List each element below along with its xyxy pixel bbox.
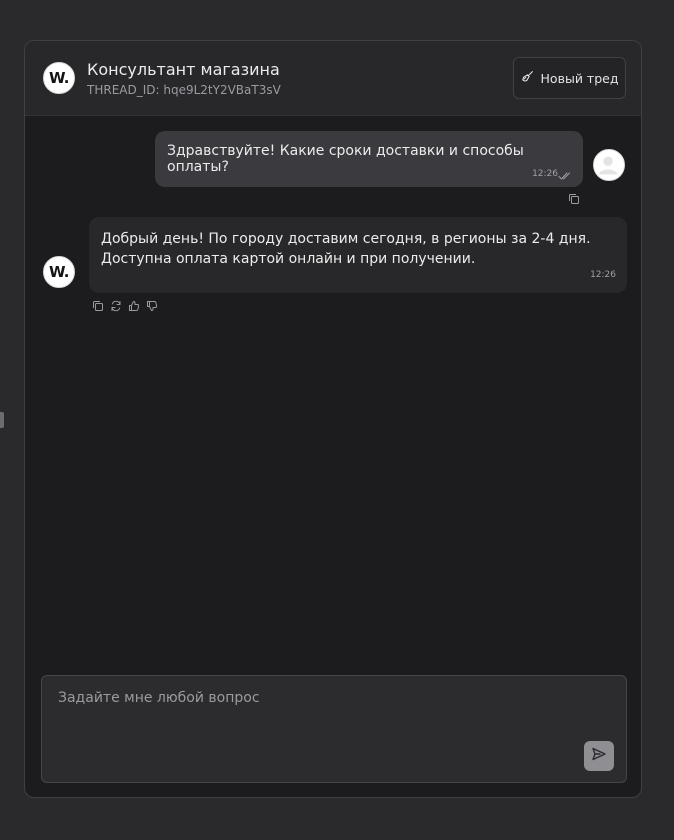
thread-id: THREAD_ID: hqe9L2tY2VBaT3sV <box>87 83 281 97</box>
assistant-message-text: Добрый день! По городу доставим сегодня,… <box>101 231 591 267</box>
new-thread-button[interactable]: Новый тред <box>513 57 626 99</box>
assistant-message-actions <box>92 300 158 312</box>
assistant-avatar: W. <box>43 256 75 288</box>
user-message-time: 12:26 <box>532 169 558 179</box>
user-avatar <box>593 149 625 181</box>
send-button[interactable] <box>584 741 614 771</box>
double-check-icon <box>558 169 572 180</box>
user-message: Здравствуйте! Какие сроки доставки и спо… <box>155 131 583 187</box>
copy-icon[interactable] <box>568 190 580 204</box>
copy-icon[interactable] <box>92 300 104 312</box>
user-message-text: Здравствуйте! Какие сроки доставки и спо… <box>167 143 524 175</box>
message-composer <box>41 675 627 783</box>
new-thread-label: Новый тред <box>540 70 619 86</box>
chat-window: W. Консультант магазина THREAD_ID: hqe9L… <box>24 40 642 798</box>
broom-icon <box>521 70 534 86</box>
thumbs-up-icon[interactable] <box>128 300 140 312</box>
assistant-message-time: 12:26 <box>590 270 616 280</box>
chat-header: W. Консультант магазина THREAD_ID: hqe9L… <box>25 41 641 116</box>
assistant-message: Добрый день! По городу доставим сегодня,… <box>89 217 627 293</box>
chat-title: Консультант магазина <box>87 60 280 79</box>
message-list: Здравствуйте! Какие сроки доставки и спо… <box>25 116 641 676</box>
side-panel-handle[interactable] <box>0 412 4 428</box>
send-icon <box>591 746 607 766</box>
message-input[interactable] <box>42 676 626 782</box>
assistant-logo: W. <box>43 62 75 94</box>
refresh-icon[interactable] <box>110 300 122 312</box>
thumbs-down-icon[interactable] <box>146 300 158 312</box>
